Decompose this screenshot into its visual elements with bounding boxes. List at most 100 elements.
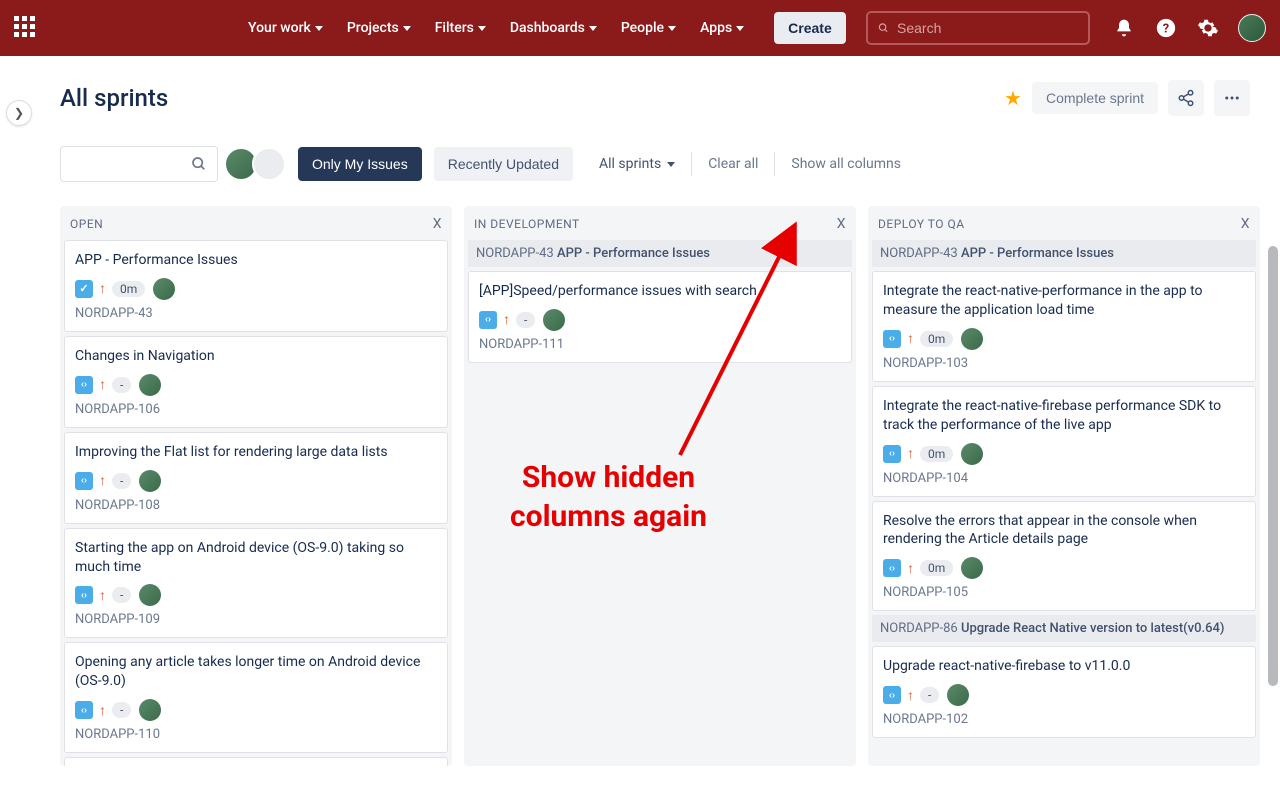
help-icon[interactable]: ? <box>1154 16 1178 40</box>
search-input[interactable] <box>897 20 1078 36</box>
issue-type-icon: ‹› <box>883 559 901 577</box>
notifications-icon[interactable] <box>1112 16 1136 40</box>
priority-icon: ↑ <box>99 280 106 297</box>
app-switcher-icon[interactable] <box>14 16 38 40</box>
expand-sidebar-button[interactable]: ❯ <box>6 100 32 126</box>
avatar-unassigned[interactable] <box>252 147 286 181</box>
estimate-badge: 0m <box>920 331 953 347</box>
show-all-columns-link[interactable]: Show all columns <box>787 152 905 176</box>
priority-icon: ↑ <box>99 472 106 489</box>
nav-apps[interactable]: Apps <box>690 14 754 42</box>
chevron-down-icon <box>315 26 323 31</box>
issue-key: NORDAPP-102 <box>883 712 1245 727</box>
issue-card[interactable]: APP - Performance Issues ✓ ↑ 0m NORDAPP-… <box>64 240 448 332</box>
issue-key: NORDAPP-105 <box>883 585 1245 600</box>
assignee-avatar[interactable] <box>961 443 983 465</box>
board-column: DEPLOY TO QA X NORDAPP-43 APP - Performanc… <box>868 206 1260 766</box>
column-body: APP - Performance Issues ✓ ↑ 0m NORDAPP-… <box>60 240 452 766</box>
issue-card[interactable]: Integrate the react-native-performance i… <box>872 271 1256 382</box>
issue-type-icon: ‹› <box>883 445 901 463</box>
recently-updated-button[interactable]: Recently Updated <box>434 147 573 181</box>
search-icon <box>878 20 889 36</box>
priority-icon: ↑ <box>907 560 914 577</box>
estimate-badge: 0m <box>920 560 953 576</box>
issue-title: Starting the app on Android device (OS-9… <box>75 539 437 577</box>
chevron-down-icon <box>667 162 675 167</box>
clear-all-link[interactable]: Clear all <box>704 152 762 176</box>
column-header: IN DEVELOPMENT X <box>464 206 856 240</box>
estimate-badge: 0m <box>920 446 953 462</box>
complete-sprint-button[interactable]: Complete sprint <box>1032 82 1158 114</box>
issue-type-icon: ‹› <box>883 330 901 348</box>
scrollbar[interactable] <box>1268 246 1278 686</box>
assignee-avatar[interactable] <box>139 699 161 721</box>
assignee-avatar[interactable] <box>153 278 175 300</box>
swimlane-header[interactable]: NORDAPP-43 APP - Performance Issues <box>468 240 852 267</box>
nav-people[interactable]: People <box>611 14 686 42</box>
priority-icon: ↑ <box>99 587 106 604</box>
issue-card[interactable]: Starting the app on Android device (OS-9… <box>64 528 448 639</box>
assignee-avatar[interactable] <box>961 328 983 350</box>
swimlane-header[interactable]: NORDAPP-43 APP - Performance Issues <box>872 240 1256 267</box>
chevron-down-icon <box>589 26 597 31</box>
issue-card[interactable]: Opening any article takes longer time on… <box>64 642 448 753</box>
board-search[interactable] <box>60 146 218 182</box>
issue-card[interactable]: [APP]Speed/performance issues with searc… <box>468 271 852 363</box>
assignee-avatar[interactable] <box>961 557 983 579</box>
create-button[interactable]: Create <box>774 12 846 44</box>
issue-card[interactable]: Resolve the errors that appear in the co… <box>872 501 1256 612</box>
assignee-avatar[interactable] <box>139 374 161 396</box>
assignee-avatar[interactable] <box>139 470 161 492</box>
profile-avatar[interactable] <box>1238 14 1266 42</box>
nav-filters[interactable]: Filters <box>425 14 496 42</box>
separator <box>691 152 692 176</box>
column-title: OPEN <box>70 217 103 231</box>
separator <box>774 152 775 176</box>
issue-key: NORDAPP-103 <box>883 356 1245 371</box>
board-column: IN DEVELOPMENT X NORDAPP-43 APP - Performa… <box>464 206 856 766</box>
sprint-dropdown[interactable]: All sprints <box>595 148 679 180</box>
share-button[interactable] <box>1168 80 1204 116</box>
issue-card[interactable]: Upgrade react-native-firebase to v11.0.0… <box>872 646 1256 738</box>
assignee-avatar[interactable] <box>543 309 565 331</box>
nav-your-work[interactable]: Your work <box>238 14 333 42</box>
hide-column-button[interactable]: X <box>1241 216 1250 232</box>
top-nav: Your work Projects Filters Dashboards Pe… <box>0 0 1280 56</box>
issue-key: NORDAPP-104 <box>883 471 1245 486</box>
more-button[interactable] <box>1214 80 1250 116</box>
nav-items: Your work Projects Filters Dashboards Pe… <box>238 14 754 42</box>
issue-card[interactable]: Changes in Navigation ‹› ↑ - NORDAPP-106 <box>64 336 448 428</box>
estimate-badge: 0m <box>112 281 145 297</box>
swimlane-header[interactable]: NORDAPP-86 Upgrade React Native version … <box>872 615 1256 642</box>
kebab-icon <box>1223 89 1241 107</box>
settings-icon[interactable] <box>1196 16 1220 40</box>
hide-column-button[interactable]: X <box>837 216 846 232</box>
column-title: DEPLOY TO QA <box>878 217 965 231</box>
hide-column-button[interactable]: X <box>433 216 442 232</box>
issue-title: [APP]Speed/performance issues with searc… <box>479 282 841 301</box>
issue-title: APP - Performance Issues <box>75 251 437 270</box>
only-my-issues-button[interactable]: Only My Issues <box>298 147 422 181</box>
issue-type-icon: ‹› <box>75 701 93 719</box>
issue-card[interactable]: Upgrade React Native version to latest(v… <box>64 757 448 766</box>
column-title: IN DEVELOPMENT <box>474 217 580 231</box>
issue-card[interactable]: Improving the Flat list for rendering la… <box>64 432 448 524</box>
assignee-avatar[interactable] <box>947 684 969 706</box>
board-column: OPEN X APP - Performance Issues ✓ ↑ 0m NO… <box>60 206 452 766</box>
assignee-avatar[interactable] <box>139 584 161 606</box>
estimate-badge: - <box>112 473 131 489</box>
priority-icon: ↑ <box>503 311 510 328</box>
issue-title: Changes in Navigation <box>75 347 437 366</box>
star-icon[interactable]: ★ <box>1004 86 1022 110</box>
column-body: NORDAPP-43 APP - Performance Issues Inte… <box>868 240 1260 750</box>
nav-projects[interactable]: Projects <box>337 14 421 42</box>
estimate-badge: - <box>920 687 939 703</box>
issue-type-icon: ‹› <box>479 311 497 329</box>
issue-card[interactable]: Integrate the react-native-firebase perf… <box>872 386 1256 497</box>
issue-key: NORDAPP-108 <box>75 498 437 513</box>
issue-type-icon: ‹› <box>75 376 93 394</box>
global-search[interactable] <box>866 11 1090 45</box>
estimate-badge: - <box>516 312 535 328</box>
issue-title: Integrate the react-native-performance i… <box>883 282 1245 320</box>
nav-dashboards[interactable]: Dashboards <box>500 14 607 42</box>
